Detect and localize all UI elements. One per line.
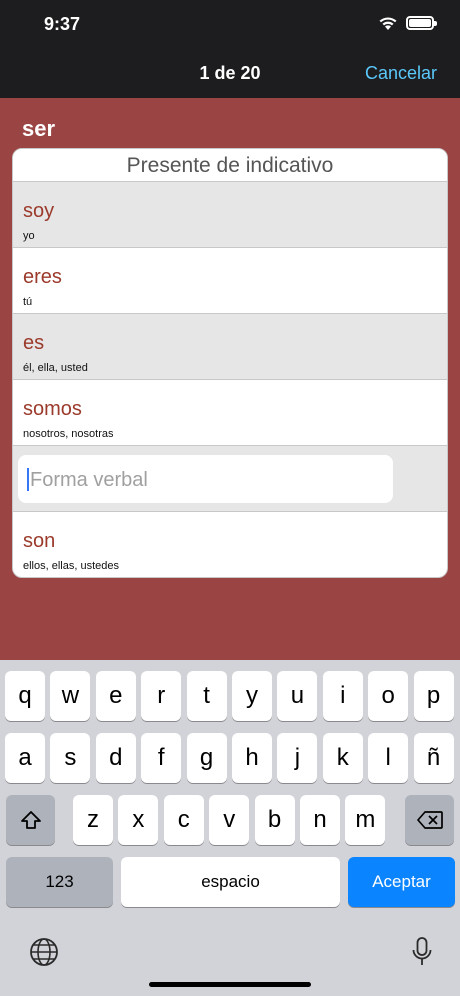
battery-icon (406, 16, 437, 30)
shift-key[interactable] (6, 795, 55, 845)
key-l[interactable]: l (368, 733, 409, 783)
conjugation-row: son ellos, ellas, ustedes (13, 512, 447, 577)
pronoun-label: él, ella, usted (23, 362, 88, 374)
space-key[interactable]: espacio (121, 857, 340, 907)
globe-icon[interactable] (28, 936, 60, 968)
key-m[interactable]: m (345, 795, 386, 845)
home-indicator (149, 982, 311, 987)
key-x[interactable]: x (118, 795, 159, 845)
pronoun-label: nosotros, nosotras (23, 428, 114, 440)
cancel-button[interactable]: Cancelar (365, 63, 437, 84)
key-o[interactable]: o (368, 671, 409, 721)
conjugation-row: eres tú (13, 248, 447, 314)
key-a[interactable]: a (5, 733, 45, 783)
verb-form-input[interactable]: Forma verbal (18, 455, 393, 503)
verb-form: eres (23, 266, 62, 288)
conjugation-row: es él, ella, usted (13, 314, 447, 380)
backspace-key[interactable] (405, 795, 454, 845)
key-t[interactable]: t (186, 671, 227, 721)
key-c[interactable]: c (163, 795, 204, 845)
verb-title: ser (22, 116, 56, 141)
wifi-icon (379, 17, 397, 30)
key-v[interactable]: v (209, 795, 250, 845)
verb-form: somos (23, 398, 82, 420)
key-z[interactable]: z (73, 795, 113, 845)
key-k[interactable]: k (322, 733, 363, 783)
key-u[interactable]: u (277, 671, 318, 721)
tense-header: Presente de indicativo (13, 149, 447, 182)
status-time: 9:37 (44, 14, 81, 34)
conjugation-row: somos nosotros, nosotras (13, 380, 447, 446)
key-b[interactable]: b (254, 795, 295, 845)
key-s[interactable]: s (50, 733, 91, 783)
pronoun-label: tú (23, 296, 33, 308)
key-g[interactable]: g (186, 733, 227, 783)
backspace-icon (416, 811, 443, 829)
pronoun-label: ellos, ellas, ustedes (23, 560, 119, 572)
keyboard: qwertyuiop asdfghjklñ zxcvbnm 123 espaci… (0, 660, 460, 996)
verb-form: es (23, 332, 45, 354)
pronoun-label: yo (23, 230, 35, 242)
text-cursor (27, 468, 29, 491)
key-y[interactable]: y (232, 671, 272, 721)
key-h[interactable]: h (232, 733, 272, 783)
key-j[interactable]: j (277, 733, 318, 783)
main-area: ser Presente de indicativo soy yo eres t… (0, 98, 460, 660)
accept-key[interactable]: Aceptar (348, 857, 455, 907)
shift-icon (20, 811, 41, 829)
status-icons (378, 15, 437, 31)
key-p[interactable]: p (413, 671, 454, 721)
key-n[interactable]: n (300, 795, 340, 845)
top-bar: 9:37 1 de 20 Cancelar (0, 0, 460, 98)
conjugation-row-input: Forma verbal (13, 446, 447, 512)
key-e[interactable]: e (95, 671, 136, 721)
key-d[interactable]: d (95, 733, 136, 783)
verb-form: soy (23, 200, 55, 222)
conjugation-card: Presente de indicativo soy yo eres tú es… (12, 148, 448, 578)
key-ñ[interactable]: ñ (413, 733, 454, 783)
microphone-icon[interactable] (410, 936, 434, 968)
key-q[interactable]: q (5, 671, 45, 721)
numbers-key[interactable]: 123 (6, 857, 113, 907)
key-i[interactable]: i (322, 671, 363, 721)
conjugation-row: soy yo (13, 182, 447, 248)
key-f[interactable]: f (141, 733, 182, 783)
key-w[interactable]: w (50, 671, 91, 721)
input-placeholder: Forma verbal (30, 469, 148, 491)
key-r[interactable]: r (141, 671, 182, 721)
verb-form: son (23, 530, 56, 552)
